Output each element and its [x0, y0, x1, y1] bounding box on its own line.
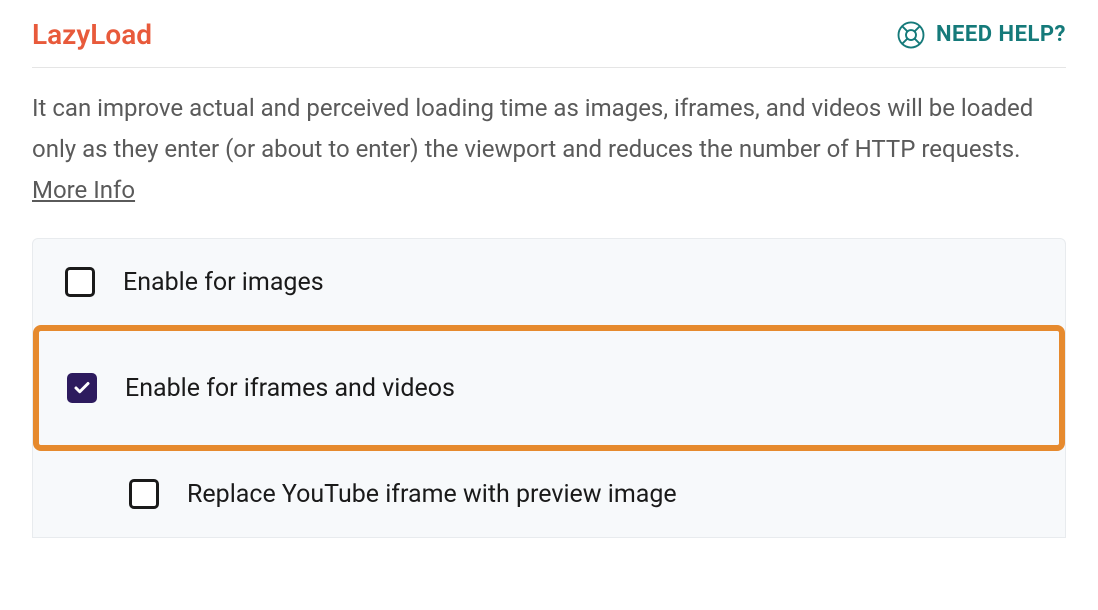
section-description: It can improve actual and perceived load… [32, 68, 1066, 238]
section-header: LazyLoad NEED HELP? [32, 18, 1066, 68]
options-panel: Enable for images Enable for iframes and… [32, 238, 1066, 538]
more-info-link[interactable]: More Info [32, 176, 135, 204]
lifebuoy-icon [896, 20, 926, 50]
option-label: Replace YouTube iframe with preview imag… [187, 480, 677, 509]
need-help-link[interactable]: NEED HELP? [896, 20, 1066, 50]
checkbox-enable-images[interactable] [65, 267, 95, 297]
option-label: Enable for images [123, 268, 324, 297]
description-text: It can improve actual and perceived load… [32, 94, 1033, 163]
checkbox-replace-youtube[interactable] [129, 479, 159, 509]
option-enable-images[interactable]: Enable for images [33, 239, 1065, 325]
option-enable-iframes-videos[interactable]: Enable for iframes and videos [33, 325, 1065, 451]
help-label: NEED HELP? [936, 22, 1066, 47]
section-title: LazyLoad [32, 18, 152, 51]
option-label: Enable for iframes and videos [125, 374, 455, 403]
option-replace-youtube[interactable]: Replace YouTube iframe with preview imag… [33, 451, 1065, 537]
checkbox-enable-iframes-videos[interactable] [67, 373, 97, 403]
